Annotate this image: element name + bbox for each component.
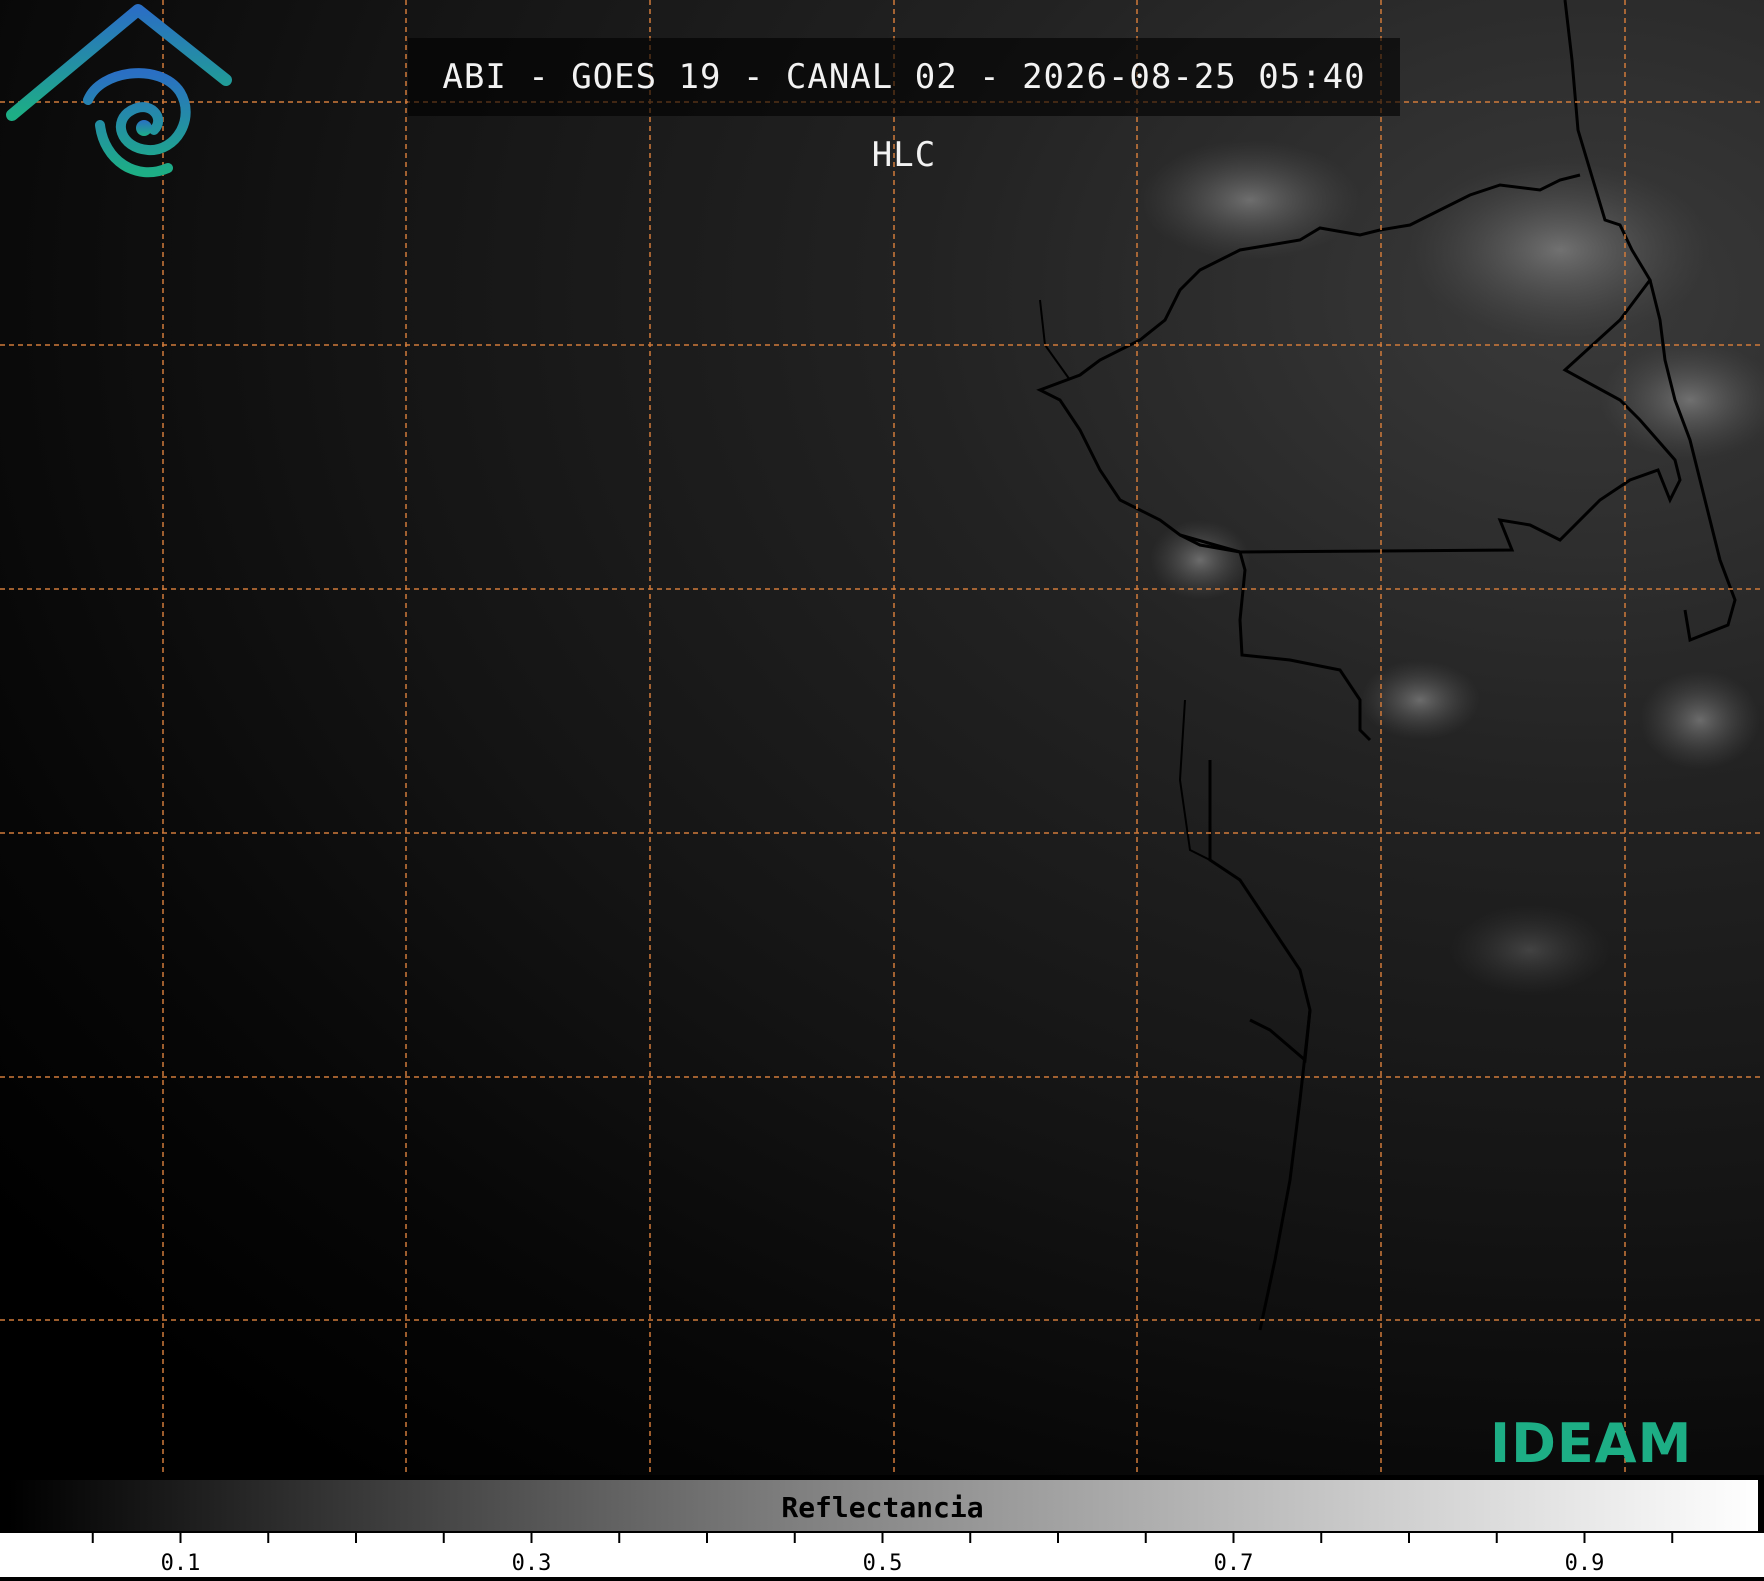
colorbar-tick-label: 0.9	[1564, 1551, 1605, 1576]
ideam-logo-text: IDEAM	[1490, 1412, 1693, 1475]
cloud-patches	[1140, 140, 1764, 995]
satellite-image: ABI - GOES 19 - CANAL 02 - 2026-08-25 05…	[0, 0, 1764, 1475]
colorbar-tick-label: 0.7	[1213, 1551, 1254, 1576]
colorbar-label: Reflectancia	[781, 1491, 984, 1524]
colorbar-tick-label: 0.3	[511, 1551, 552, 1576]
colorbar-tick-label: 0.5	[862, 1551, 903, 1576]
colorbar-axis: 0.1 0.3 0.5 0.7 0.9	[0, 1533, 1764, 1577]
colorbar-tick-label: 0.1	[160, 1551, 201, 1576]
image-title: ABI - GOES 19 - CANAL 02 - 2026-08-25 05…	[408, 38, 1400, 175]
colorbar: Reflectancia	[5, 1478, 1760, 1533]
map-overlay	[0, 0, 1764, 1475]
ideam-logo-icon	[6, 4, 232, 178]
